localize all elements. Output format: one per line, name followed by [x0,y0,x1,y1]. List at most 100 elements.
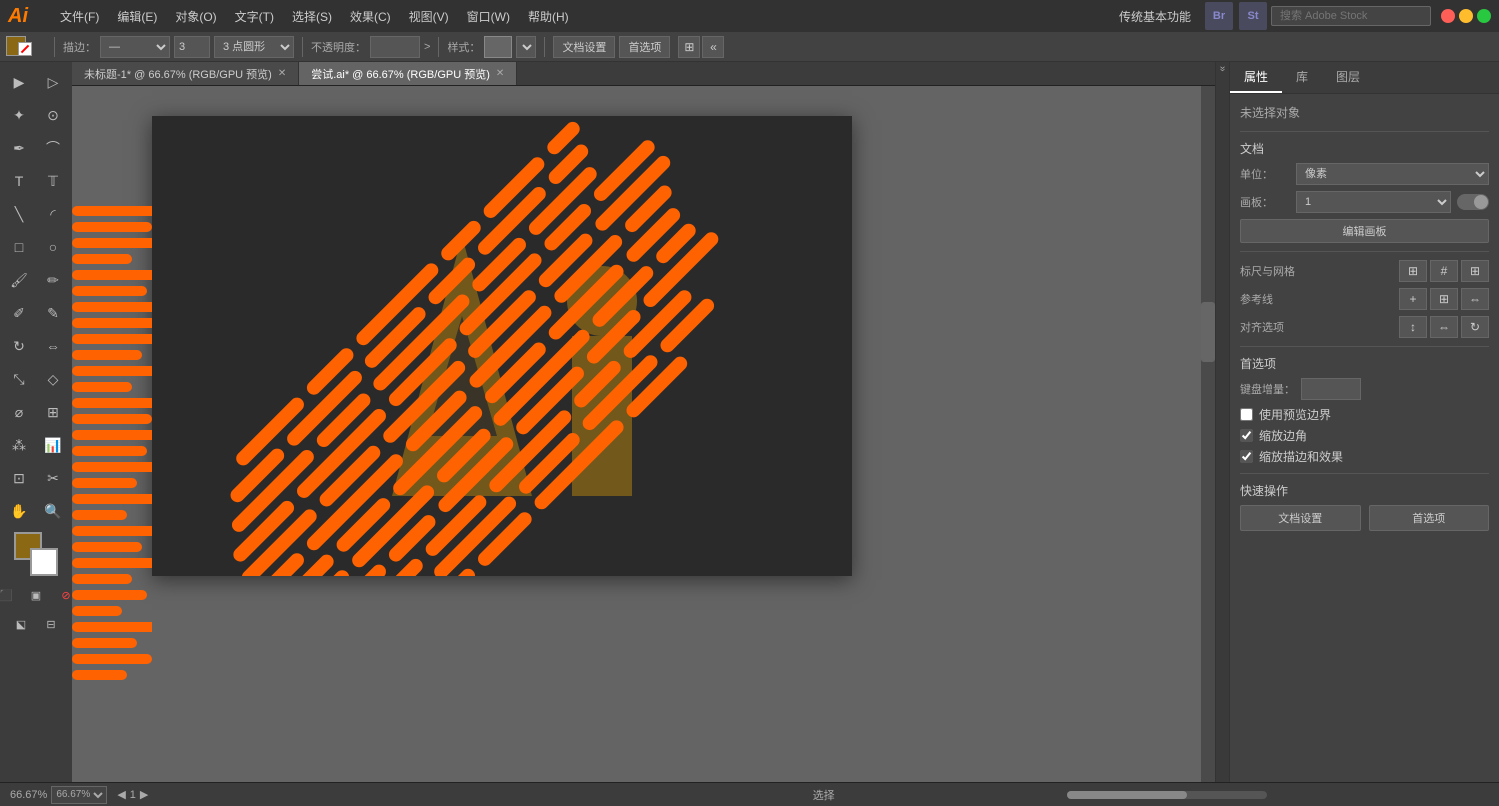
snap-btn-3[interactable]: ↻ [1461,316,1489,338]
tab-close-2[interactable]: ✕ [496,68,504,79]
free-transform-tool[interactable]: ⊞ [37,396,69,428]
arc-tool[interactable]: ◜ [37,198,69,230]
artboard-toggle-switch[interactable] [1457,194,1489,210]
search-input[interactable] [1271,6,1431,26]
panel-tab-library[interactable]: 库 [1282,62,1322,93]
slice-tool[interactable]: ✂ [37,462,69,494]
vertical-scrollbar[interactable] [1201,86,1215,782]
direct-selection-tool[interactable]: ▷ [37,66,69,98]
panel-tab-properties[interactable]: 属性 [1230,62,1282,93]
rulers-grid-label: 标尺与网格 [1240,263,1295,279]
shaper-tool[interactable]: ✐ [3,297,35,329]
bridge-icon[interactable]: Br [1205,2,1233,30]
color-mode-btn[interactable]: ⬛ [0,583,20,607]
win-maximize-btn[interactable] [1477,9,1491,23]
win-close-btn[interactable] [1441,9,1455,23]
blob-brush-tool[interactable]: ✏ [37,264,69,296]
preferences-button[interactable]: 首选项 [619,36,670,58]
tool-row-5: ╲ ◜ [3,198,69,230]
view-mode-btn[interactable]: ⊟ [37,612,65,636]
stock-icon[interactable]: St [1239,2,1267,30]
panel-tab-layers[interactable]: 图层 [1322,62,1374,93]
prev-page-btn[interactable]: ◀ [117,788,125,801]
style-select[interactable] [516,36,536,58]
rect-tool[interactable]: □ [3,231,35,263]
document-tabs: 未标题-1* @ 66.67% (RGB/GPU 预览) ✕ 尝试.ai* @ … [72,62,1215,86]
menu-window[interactable]: 窗口(W) [459,4,518,29]
style-swatch[interactable] [484,36,512,58]
ruler-btn[interactable]: ⊞ [1399,260,1427,282]
scale-corners-checkbox[interactable] [1240,429,1253,442]
keyboard-increment-input[interactable]: 1 px [1301,378,1361,400]
quick-doc-settings-button[interactable]: 文档设置 [1240,505,1361,531]
edit-artboard-button[interactable]: 编辑画板 [1240,219,1489,243]
left-overflow-bars [72,116,152,782]
doc-settings-button[interactable]: 文档设置 [553,36,615,58]
quick-preferences-button[interactable]: 首选项 [1369,505,1490,531]
selection-tool[interactable]: ▶ [3,66,35,98]
color-swatches[interactable] [14,532,58,576]
guide-btn-2[interactable]: ⊞ [1430,288,1458,310]
snap-btn-2[interactable]: ⇔ [1430,316,1458,338]
type-tool[interactable]: T [3,165,35,197]
opacity-arrow[interactable]: > [424,41,430,53]
menu-file[interactable]: 文件(F) [52,4,107,29]
doc-tab-1[interactable]: 未标题-1* @ 66.67% (RGB/GPU 预览) ✕ [72,62,299,85]
ellipse-tool[interactable]: ○ [37,231,69,263]
panel-collapse-btn[interactable]: » [1217,66,1228,72]
column-graph-tool[interactable]: 📊 [37,429,69,461]
scale-tool[interactable]: ⤡ [3,363,35,395]
collapse-btn[interactable]: « [702,36,724,58]
gradient-btn[interactable]: ▣ [22,583,50,607]
stroke-color-swatch[interactable] [18,42,32,56]
menu-type[interactable]: 文字(T) [227,4,282,29]
menu-effect[interactable]: 效果(C) [342,4,399,29]
pencil-tool[interactable]: ✎ [37,297,69,329]
next-page-btn[interactable]: ▶ [140,788,148,801]
shear-tool[interactable]: ◇ [37,363,69,395]
artboard-toggle [1457,194,1489,210]
menu-view[interactable]: 视图(V) [401,4,457,29]
win-minimize-btn[interactable] [1459,9,1473,23]
stroke-width-input[interactable] [174,36,210,58]
menu-select[interactable]: 选择(S) [284,4,340,29]
unit-select[interactable]: 像素 [1296,163,1489,185]
grid-btn[interactable]: # [1430,260,1458,282]
arrange-btn[interactable]: ⊞ [678,36,700,58]
reflect-tool[interactable]: ⇔ [37,330,69,362]
snap-btn-1[interactable]: ↕ [1399,316,1427,338]
doc-tab-2[interactable]: 尝试.ai* @ 66.67% (RGB/GPU 预览) ✕ [299,62,517,85]
zoom-select[interactable]: 66.67% [51,786,107,804]
zoom-tool[interactable]: 🔍 [37,495,69,527]
artboard-tool[interactable]: ⊡ [3,462,35,494]
hand-tool[interactable]: ✋ [3,495,35,527]
artboard-select[interactable]: 1 [1296,191,1451,213]
guide-btn-3[interactable]: ⇔ [1461,288,1489,310]
use-preview-bounds-checkbox[interactable] [1240,408,1253,421]
tab-close-1[interactable]: ✕ [278,68,286,79]
magic-wand-tool[interactable]: ✦ [3,99,35,131]
background-color[interactable] [30,548,58,576]
symbol-sprayer-tool[interactable]: ⁂ [3,429,35,461]
rotate-tool[interactable]: ↻ [3,330,35,362]
type-path-tool[interactable]: 𝕋 [37,165,69,197]
pen-tool[interactable]: ✒ [3,132,35,164]
warp-tool[interactable]: ⌀ [3,396,35,428]
scale-strokes-checkbox[interactable] [1240,450,1253,463]
menu-edit[interactable]: 编辑(E) [109,4,165,29]
guide-btn-1[interactable]: + [1399,288,1427,310]
perspective-btn[interactable]: ⊞ [1461,260,1489,282]
stroke-label: 描边： [63,39,96,55]
line-tool[interactable]: ╲ [3,198,35,230]
stroke-select[interactable]: — [100,36,170,58]
canvas-wrapper[interactable] [72,86,1215,782]
lasso-tool[interactable]: ⊙ [37,99,69,131]
menu-help[interactable]: 帮助(H) [520,4,577,29]
opacity-input[interactable]: 100% [370,36,420,58]
brush-type-select[interactable]: 3 点圆形 [214,36,294,58]
fill-stroke-area[interactable] [6,34,46,60]
change-screen-mode-btn[interactable]: ⬕ [7,612,35,636]
menu-object[interactable]: 对象(O) [167,4,224,29]
curvature-tool[interactable]: ⌒ [37,132,69,164]
paintbrush-tool[interactable]: 🖌 [3,264,35,296]
